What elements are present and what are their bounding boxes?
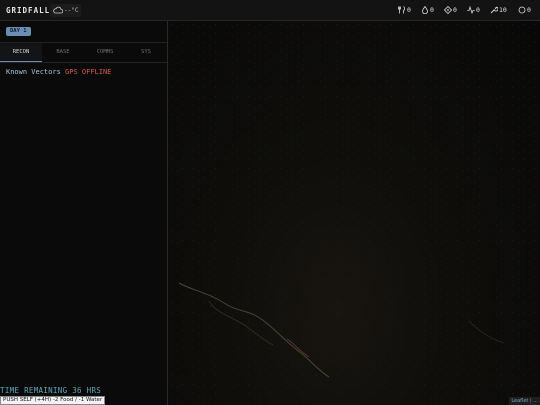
- side-panel: DAY 1 RECON BASE COMMS SYS Known Vectors…: [0, 21, 168, 405]
- top-bar: GRIDFALL --°C 0 0 0 0 10 0: [0, 0, 540, 21]
- fork-knife-icon: [398, 6, 406, 14]
- stat-power-value: 0: [476, 6, 480, 14]
- cloud-icon: [53, 6, 63, 14]
- tab-comms[interactable]: COMMS: [84, 43, 126, 62]
- tab-base[interactable]: BASE: [42, 43, 84, 62]
- pulse-icon: [467, 6, 475, 14]
- day-badge: DAY 1: [6, 27, 31, 36]
- tab-recon[interactable]: RECON: [0, 43, 42, 62]
- recon-status: Known Vectors GPS OFFLINE: [6, 68, 111, 76]
- circle-icon: [518, 6, 526, 14]
- stat-morale-value: 0: [527, 6, 531, 14]
- terrain-layer: [169, 21, 540, 405]
- stat-water-value: 0: [430, 6, 434, 14]
- map-attribution[interactable]: Leaflet | ...: [509, 397, 540, 405]
- stat-fuel-value: 0: [453, 6, 457, 14]
- app-title: GRIDFALL: [6, 6, 51, 15]
- gps-status: GPS OFFLINE: [65, 68, 112, 76]
- panel-tabs: RECON BASE COMMS SYS: [0, 42, 167, 63]
- stat-food-value: 0: [407, 6, 411, 14]
- map-view[interactable]: Leaflet | ...: [169, 21, 540, 405]
- time-remaining: TIME REMAINING 36 HRS: [0, 386, 102, 395]
- temperature-value: --°C: [64, 7, 79, 14]
- known-vectors-label: Known Vectors: [6, 68, 61, 76]
- stat-tools-value: 10: [499, 6, 507, 14]
- droplet-icon: [422, 6, 428, 14]
- push-self-button[interactable]: PUSH SELF (+4H) -2 Food / -1 Water: [0, 396, 106, 405]
- wrench-icon: [490, 6, 498, 14]
- target-icon: [444, 6, 452, 14]
- tab-sys[interactable]: SYS: [125, 43, 167, 62]
- weather-widget[interactable]: --°C: [50, 4, 81, 17]
